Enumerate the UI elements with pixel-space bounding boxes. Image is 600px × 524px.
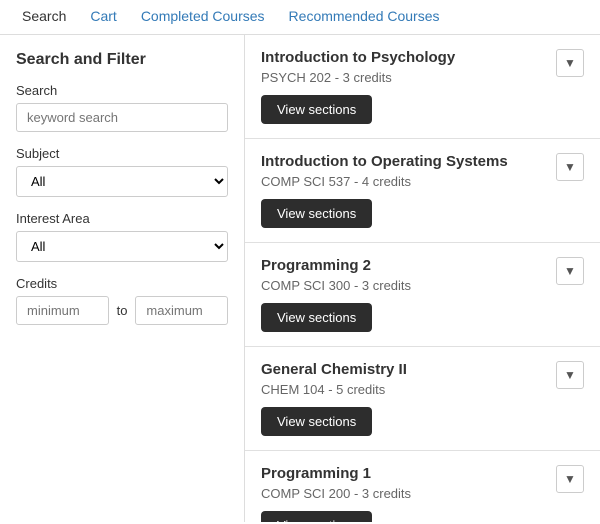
course-item: Programming 1 COMP SCI 200 - 3 credits Vie… <box>245 451 600 522</box>
interest-area-select[interactable]: All <box>16 231 228 262</box>
view-sections-button[interactable]: View sections <box>261 303 372 332</box>
course-item: Programming 2 COMP SCI 300 - 3 credits Vie… <box>245 243 600 347</box>
interest-area-group: Interest Area All <box>16 211 228 262</box>
course-meta: COMP SCI 200 - 3 credits <box>261 486 546 501</box>
course-meta: PSYCH 202 - 3 credits <box>261 70 546 85</box>
subject-group: Subject All <box>16 146 228 197</box>
course-dropdown-button[interactable]: ▼ <box>556 361 584 389</box>
course-dropdown-button[interactable]: ▼ <box>556 49 584 77</box>
course-dropdown-button[interactable]: ▼ <box>556 153 584 181</box>
course-list: Introduction to Psychology PSYCH 202 - 3 … <box>245 35 600 522</box>
subject-label: Subject <box>16 146 228 161</box>
sidebar-title: Search and Filter <box>16 51 228 69</box>
course-info: Introduction to Operating Systems COMP SC… <box>261 153 546 228</box>
course-title: Introduction to Psychology <box>261 49 546 66</box>
credits-to-label: to <box>117 303 128 318</box>
credits-row: to <box>16 296 228 325</box>
view-sections-button[interactable]: View sections <box>261 511 372 522</box>
course-meta: CHEM 104 - 5 credits <box>261 382 546 397</box>
course-dropdown-button[interactable]: ▼ <box>556 257 584 285</box>
course-title: Introduction to Operating Systems <box>261 153 546 170</box>
course-item: General Chemistry II CHEM 104 - 5 credits… <box>245 347 600 451</box>
course-meta: COMP SCI 300 - 3 credits <box>261 278 546 293</box>
course-title: Programming 2 <box>261 257 546 274</box>
interest-area-label: Interest Area <box>16 211 228 226</box>
nav-tab-cart[interactable]: Cart <box>78 0 128 34</box>
course-title: Programming 1 <box>261 465 546 482</box>
subject-select[interactable]: All <box>16 166 228 197</box>
course-title: General Chemistry II <box>261 361 546 378</box>
sidebar: Search and Filter Search Subject All Int… <box>0 35 245 522</box>
view-sections-button[interactable]: View sections <box>261 199 372 228</box>
credits-group: Credits to <box>16 276 228 325</box>
course-info: Introduction to Psychology PSYCH 202 - 3 … <box>261 49 546 124</box>
view-sections-button[interactable]: View sections <box>261 95 372 124</box>
search-input[interactable] <box>16 103 228 132</box>
search-label: Search <box>16 83 228 98</box>
course-item: Introduction to Operating Systems COMP SC… <box>245 139 600 243</box>
view-sections-button[interactable]: View sections <box>261 407 372 436</box>
nav-tabs: SearchCartCompleted CoursesRecommended C… <box>0 0 600 35</box>
course-info: Programming 1 COMP SCI 200 - 3 credits Vie… <box>261 465 546 522</box>
course-dropdown-button[interactable]: ▼ <box>556 465 584 493</box>
nav-tab-completed-courses[interactable]: Completed Courses <box>129 0 277 34</box>
credits-max-input[interactable] <box>135 296 228 325</box>
course-item: Introduction to Psychology PSYCH 202 - 3 … <box>245 35 600 139</box>
course-meta: COMP SCI 537 - 4 credits <box>261 174 546 189</box>
credits-label: Credits <box>16 276 228 291</box>
course-info: General Chemistry II CHEM 104 - 5 credits… <box>261 361 546 436</box>
nav-tab-recommended-courses[interactable]: Recommended Courses <box>277 0 452 34</box>
search-group: Search <box>16 83 228 132</box>
nav-tab-search[interactable]: Search <box>10 0 78 34</box>
credits-min-input[interactable] <box>16 296 109 325</box>
course-info: Programming 2 COMP SCI 300 - 3 credits Vie… <box>261 257 546 332</box>
